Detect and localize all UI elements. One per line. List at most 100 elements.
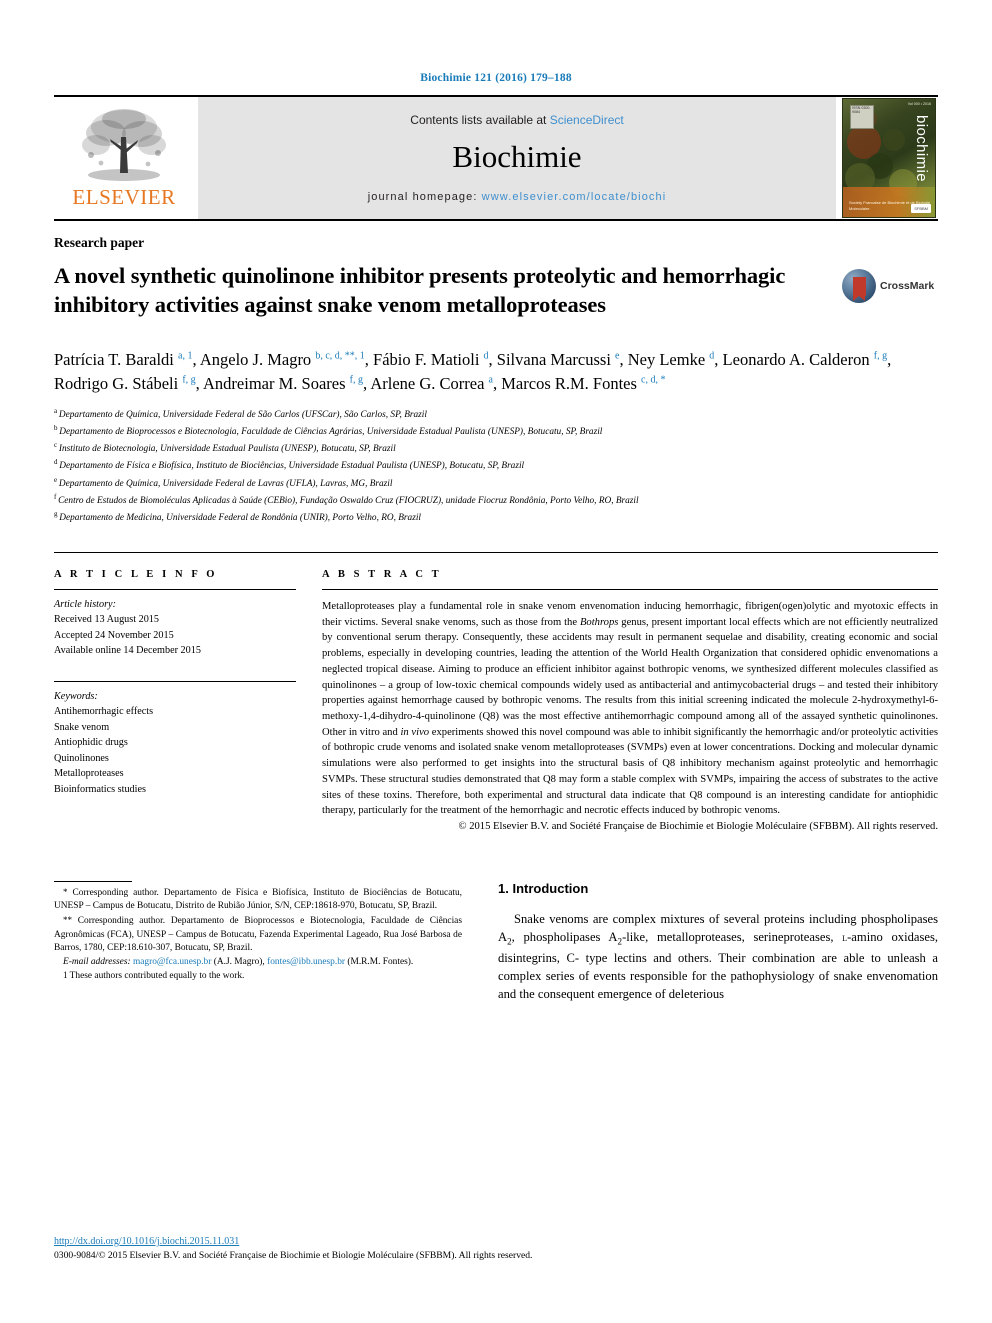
introduction-heading: 1. Introduction	[498, 880, 589, 896]
abstract-invivo: in vivo	[400, 726, 430, 738]
author-affiliation-marker: a, 1	[178, 350, 193, 362]
affiliation-text: Centro de Estudos de Biomoléculas Aplica…	[58, 495, 639, 506]
crossmark-icon	[842, 269, 876, 303]
keyword-item: Quinolinones	[54, 752, 109, 764]
page-footer: http://dx.doi.org/10.1016/j.biochi.2015.…	[54, 1235, 938, 1263]
affiliation-text: Departamento de Medicina, Universidade F…	[59, 512, 421, 523]
article-type: Research paper	[54, 235, 145, 250]
affiliation-text: Departamento de Química, Universidade Fe…	[58, 410, 427, 421]
affiliation-item: e Departamento de Química, Universidade …	[54, 475, 938, 492]
cover-image: ISSN 0300-9084 Vol 000 • 2016 biochimie …	[842, 98, 936, 218]
footnote-emails: E-mail addresses: magro@fca.unesp.br (A.…	[54, 956, 462, 970]
footnote-corresponding-2: ** Corresponding author. Departamento de…	[54, 914, 462, 956]
affiliation-text: Instituto de Biotecnologia, Universidade…	[58, 444, 396, 455]
email-owner-2: (M.R.M. Fontes).	[345, 956, 414, 967]
cover-volume-label: Vol 000 • 2016	[907, 102, 931, 106]
intro-part-c: -like, metalloproteases, serineproteases…	[622, 929, 843, 944]
journal-cover-thumbnail: ISSN 0300-9084 Vol 000 • 2016 biochimie …	[840, 97, 938, 219]
author-name: Rodrigo G. Stábeli	[54, 373, 183, 393]
author-affiliation-marker: f, g	[349, 374, 363, 386]
author-affiliation-marker: d	[483, 350, 489, 362]
history-accepted: Accepted 24 November 2015	[54, 629, 174, 641]
keyword-item: Snake venom	[54, 721, 110, 733]
author-name: Leonardo A. Calderon	[722, 350, 874, 370]
abstract-column: A B S T R A C T Metalloproteases play a …	[322, 553, 938, 835]
footnote-corresponding-1-text: Corresponding author. Departamento de Fí…	[54, 887, 462, 912]
keyword-item: Bioinformatics studies	[54, 783, 146, 795]
author-affiliation-marker: c, d, *	[641, 374, 666, 386]
doi-link[interactable]: http://dx.doi.org/10.1016/j.biochi.2015.…	[54, 1236, 239, 1247]
email-link-magro[interactable]: magro@fca.unesp.br	[133, 957, 211, 967]
author-name: Andreimar M. Soares	[203, 373, 350, 393]
author-name: Marcos R.M. Fontes	[501, 373, 642, 393]
footnotes-column: * Corresponding author. Departamento de …	[54, 880, 498, 1016]
abstract-genus: Bothrops	[579, 616, 619, 628]
keyword-item: Antihemorrhagic effects	[54, 706, 154, 718]
history-online: Available online 14 December 2015	[54, 645, 201, 657]
keywords-label: Keywords:	[54, 690, 98, 702]
affiliation-item: g Departamento de Medicina, Universidade…	[54, 509, 938, 526]
abstract-heading: A B S T R A C T	[322, 568, 442, 580]
article-history: Article history: Received 13 August 2015…	[54, 590, 296, 659]
footnote-divider	[54, 880, 132, 882]
journal-homepage-link[interactable]: www.elsevier.com/locate/biochi	[482, 191, 667, 203]
page-title: A novel synthetic quinolinone inhibitor …	[54, 263, 786, 318]
crossmark-label: CrossMark	[880, 280, 935, 292]
cover-blob	[883, 129, 905, 151]
keyword-item: Metalloproteases	[54, 768, 124, 780]
journal-title: Biochimie	[452, 139, 582, 174]
doi-line: http://dx.doi.org/10.1016/j.biochi.2015.…	[54, 1235, 938, 1250]
footnote-marker-double-asterisk: **	[63, 914, 72, 925]
author-name: Fábio F. Matioli	[373, 350, 484, 370]
cover-society-seal: SFBBM	[911, 204, 931, 213]
keyword-item: Antiophidic drugs	[54, 737, 128, 749]
author-name: Ney Lemke	[627, 350, 710, 370]
affiliation-text: Departamento de Física e Biofísica, Inst…	[59, 461, 525, 472]
affiliation-item: a Departamento de Química, Universidade …	[54, 406, 938, 423]
email-link-fontes[interactable]: fontes@ibb.unesp.br	[267, 957, 345, 967]
abstract-copyright: © 2015 Elsevier B.V. and Société Françai…	[458, 820, 938, 832]
homepage-line: journal homepage: www.elsevier.com/locat…	[368, 191, 667, 203]
journal-masthead: ELSEVIER Contents lists available at Sci…	[54, 95, 938, 219]
author-affiliation-marker: d	[709, 350, 715, 362]
history-received: Received 13 August 2015	[54, 614, 159, 626]
cover-journal-title: biochimie	[913, 115, 930, 182]
publisher-logo: ELSEVIER	[54, 97, 194, 219]
author-affiliation-marker: f, g	[873, 350, 888, 362]
introduction-paragraph: Snake venoms are complex mixtures of sev…	[498, 910, 938, 1004]
contents-prefix: Contents lists available at	[410, 113, 550, 127]
author-list: Patrícia T. Baraldi a, 1, Angelo J. Magr…	[54, 350, 892, 393]
author-name: Arlene G. Correa	[370, 373, 489, 393]
author-affiliation-marker: f, g	[182, 374, 196, 386]
article-history-label: Article history:	[54, 598, 116, 610]
affiliation-text: Departamento de Química, Universidade Fe…	[58, 478, 393, 489]
affiliation-item: d Departamento de Física e Biofísica, In…	[54, 457, 938, 474]
contents-line: Contents lists available at ScienceDirec…	[410, 113, 623, 127]
crossmark-flag-icon	[852, 276, 866, 301]
email-label: E-mail addresses:	[63, 956, 131, 967]
introduction-column: 1. Introduction Snake venoms are complex…	[498, 881, 938, 1016]
author-name: Silvana Marcussi	[496, 350, 616, 370]
footnote-equal-contribution: 1 These authors contributed equally to t…	[54, 969, 462, 984]
affiliation-text: Departamento de Bioprocessos e Biotecnol…	[59, 427, 603, 438]
author-affiliation-marker: e	[615, 350, 620, 362]
cover-issn-stamp: ISSN 0300-9084	[850, 105, 874, 129]
journal-banner: Contents lists available at ScienceDirec…	[198, 97, 836, 219]
issn-copyright-line: 0300-9084/© 2015 Elsevier B.V. and Socié…	[54, 1250, 533, 1262]
affiliation-item: b Departamento de Bioprocessos e Biotecn…	[54, 423, 938, 440]
author-affiliation-marker: a	[488, 374, 493, 386]
info-abstract-row: A R T I C L E I N F O Article history: R…	[54, 551, 938, 835]
abstract-part-2: genus, present important local effects w…	[322, 616, 938, 738]
abstract-part-3: experiments showed this novel compound w…	[322, 726, 938, 817]
sciencedirect-link[interactable]: ScienceDirect	[550, 113, 624, 127]
article-info-heading: A R T I C L E I N F O	[54, 568, 218, 580]
journal-citation: Biochimie 121 (2016) 179–188	[420, 72, 572, 84]
footnote-corresponding-1: * Corresponding author. Departamento de …	[54, 886, 462, 914]
footnote-corresponding-2-text: Corresponding author. Departamento de Bi…	[54, 915, 462, 954]
crossmark-badge[interactable]: CrossMark	[842, 269, 938, 303]
article-info-column: A R T I C L E I N F O Article history: R…	[54, 553, 322, 835]
keywords-list: Keywords: Antihemorrhagic effects Snake …	[54, 682, 296, 798]
abstract-text: Metalloproteases play a fundamental role…	[322, 590, 938, 835]
elsevier-tree-icon	[82, 109, 166, 181]
email-owner-1: (A.J. Magro),	[211, 956, 268, 967]
